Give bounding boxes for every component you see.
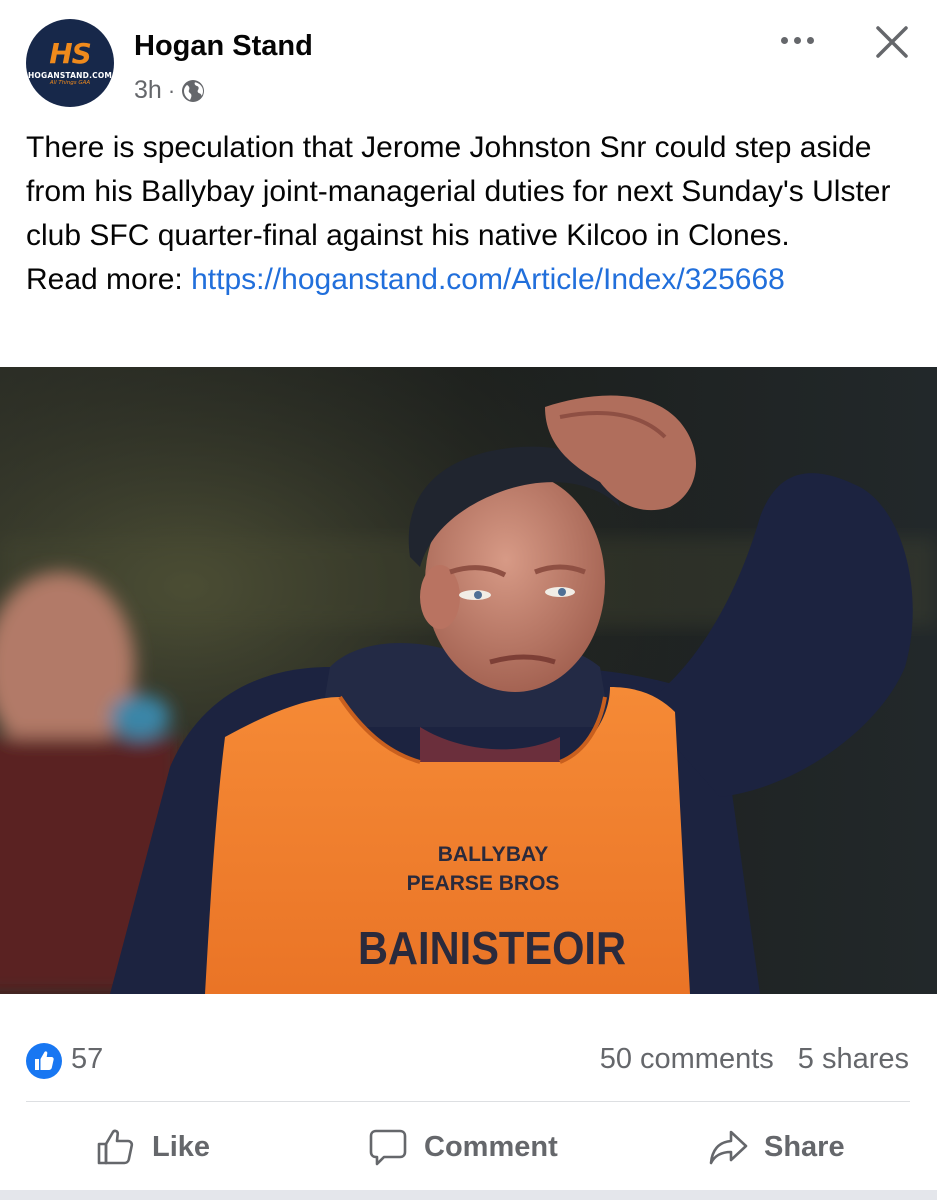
divider <box>26 1101 910 1102</box>
like-reaction-icon[interactable] <box>26 1043 62 1079</box>
avatar-tagline: All Things GAA <box>49 79 91 86</box>
post-body: There is speculation that Jerome Johnsto… <box>26 126 916 302</box>
read-more-label: Read more: <box>26 263 183 296</box>
page-avatar[interactable]: HS HOGANSTAND.COM All Things GAA <box>26 19 114 107</box>
engagement-stats: 50 comments 5 shares <box>600 1043 909 1076</box>
share-label: Share <box>764 1130 845 1163</box>
post-meta: 3h · <box>134 76 205 105</box>
article-link[interactable]: https://hoganstand.com/Article/Index/325… <box>191 263 785 296</box>
thumbs-up-icon <box>97 1129 134 1165</box>
comment-label: Comment <box>424 1130 558 1163</box>
bib-text-ballybay: BALLYBAY <box>438 843 548 866</box>
page-name[interactable]: Hogan Stand <box>134 30 313 63</box>
avatar-logo-text: HS <box>49 36 92 70</box>
share-button[interactable]: Share <box>708 1125 845 1169</box>
like-label: Like <box>152 1130 211 1163</box>
more-options-icon[interactable] <box>775 26 819 54</box>
close-icon[interactable] <box>872 22 912 62</box>
comment-button[interactable]: Comment <box>368 1125 558 1169</box>
comment-icon <box>369 1129 407 1166</box>
post-time[interactable]: 3h <box>134 76 162 105</box>
like-button[interactable]: Like <box>96 1125 210 1169</box>
facebook-post: HS HOGANSTAND.COM All Things GAA Hogan S… <box>0 0 937 1200</box>
post-text: There is speculation that Jerome Johnsto… <box>26 131 891 252</box>
globe-icon <box>181 79 205 103</box>
post-photo[interactable]: BALLYBAY PEARSE BROS BAINISTEOIR <box>0 367 937 994</box>
bib-text-pearse-bros: PEARSE BROS <box>407 872 560 895</box>
bib-text-bainisteoir: BAINISTEOIR <box>358 922 626 974</box>
shares-count[interactable]: 5 shares <box>798 1043 909 1076</box>
avatar-site-text: HOGANSTAND.COM <box>27 70 113 80</box>
meta-separator: · <box>167 77 176 103</box>
like-count[interactable]: 57 <box>71 1043 103 1076</box>
comments-count[interactable]: 50 comments <box>600 1043 774 1076</box>
share-arrow-icon <box>709 1130 748 1165</box>
post-bottom-border <box>0 1190 937 1200</box>
